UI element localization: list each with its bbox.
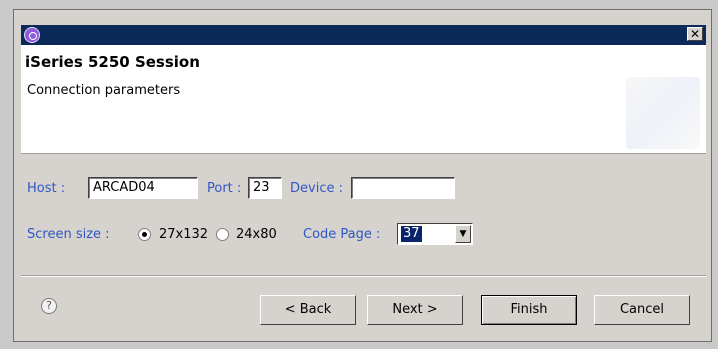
- screen-size-27x132-radio[interactable]: [138, 228, 151, 241]
- wizard-header: iSeries 5250 Session Connection paramete…: [21, 45, 706, 154]
- wizard-dialog: ✕ iSeries 5250 Session Connection parame…: [13, 9, 712, 342]
- finish-button[interactable]: Finish: [481, 295, 577, 325]
- app-icon: [24, 27, 40, 43]
- close-button[interactable]: ✕: [687, 27, 703, 41]
- port-input[interactable]: 23: [248, 177, 282, 199]
- connection-parameters: Host : ARCAD04 Port : 23 Device : Screen…: [21, 153, 706, 273]
- screen-size-label: Screen size :: [27, 227, 110, 242]
- chevron-down-icon[interactable]: ▼: [455, 225, 471, 243]
- page-title: iSeries 5250 Session: [25, 53, 200, 71]
- code-page-label: Code Page :: [303, 227, 381, 242]
- footer-divider: [21, 275, 706, 277]
- screen-size-24x80-label: 24x80: [236, 227, 277, 242]
- host-input[interactable]: ARCAD04: [88, 177, 198, 199]
- screen-size-27x132-label: 27x132: [159, 227, 209, 242]
- title-bar[interactable]: ✕: [21, 25, 706, 45]
- screen-size-24x80-radio[interactable]: [216, 228, 229, 241]
- help-icon[interactable]: ?: [41, 298, 57, 314]
- back-button[interactable]: < Back: [260, 295, 356, 325]
- page-subtitle: Connection parameters: [27, 83, 181, 98]
- device-input[interactable]: [351, 177, 455, 199]
- code-page-select[interactable]: 37 ▼: [397, 223, 473, 245]
- host-label: Host :: [27, 181, 66, 196]
- code-page-value: 37: [401, 226, 422, 242]
- header-banner-image: [626, 77, 700, 149]
- port-label: Port :: [207, 181, 242, 196]
- next-button[interactable]: Next >: [367, 295, 463, 325]
- device-label: Device :: [290, 181, 343, 196]
- cancel-button[interactable]: Cancel: [594, 295, 690, 325]
